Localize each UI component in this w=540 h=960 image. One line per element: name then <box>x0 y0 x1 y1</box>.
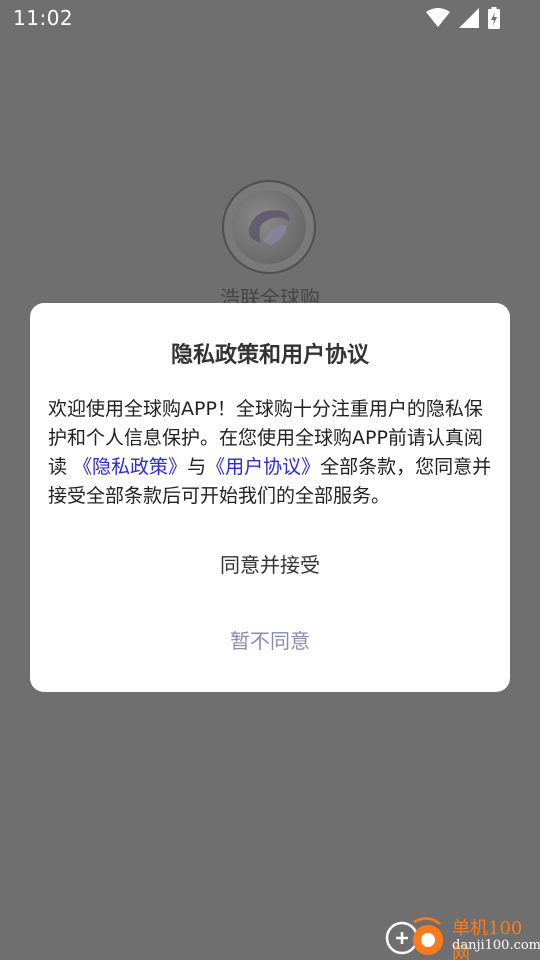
body-text-2: 与 <box>187 456 207 478</box>
signal-icon <box>459 8 479 28</box>
watermark-logo-icon <box>385 917 443 955</box>
status-time: 11:02 <box>13 6 74 30</box>
status-bar: 11:02 <box>0 0 540 38</box>
user-agreement-link[interactable]: 《用户协议》 <box>206 456 320 478</box>
battery-charging-icon <box>488 7 500 29</box>
status-icons <box>426 7 500 29</box>
watermark-cn: 单机100网 <box>452 918 523 960</box>
wifi-icon <box>426 8 450 27</box>
accept-button[interactable]: 同意并接受 <box>30 545 510 585</box>
app-logo <box>222 180 316 274</box>
privacy-dialog: 隐私政策和用户协议 欢迎使用全球购APP！全球购十分注重用户的隐私保护和个人信息… <box>30 303 510 692</box>
watermark: 单机100网 danji100.com <box>380 914 540 960</box>
dialog-title: 隐私政策和用户协议 <box>170 343 369 368</box>
dialog-body: 欢迎使用全球购APP！全球购十分注重用户的隐私保护和个人信息保护。在您使用全球购… <box>48 395 496 511</box>
decline-button[interactable]: 暂不同意 <box>30 621 510 661</box>
privacy-policy-link[interactable]: 《隐私政策》 <box>73 456 187 478</box>
watermark-en: danji100.com <box>452 938 540 953</box>
logo-swirl-icon <box>232 190 306 264</box>
